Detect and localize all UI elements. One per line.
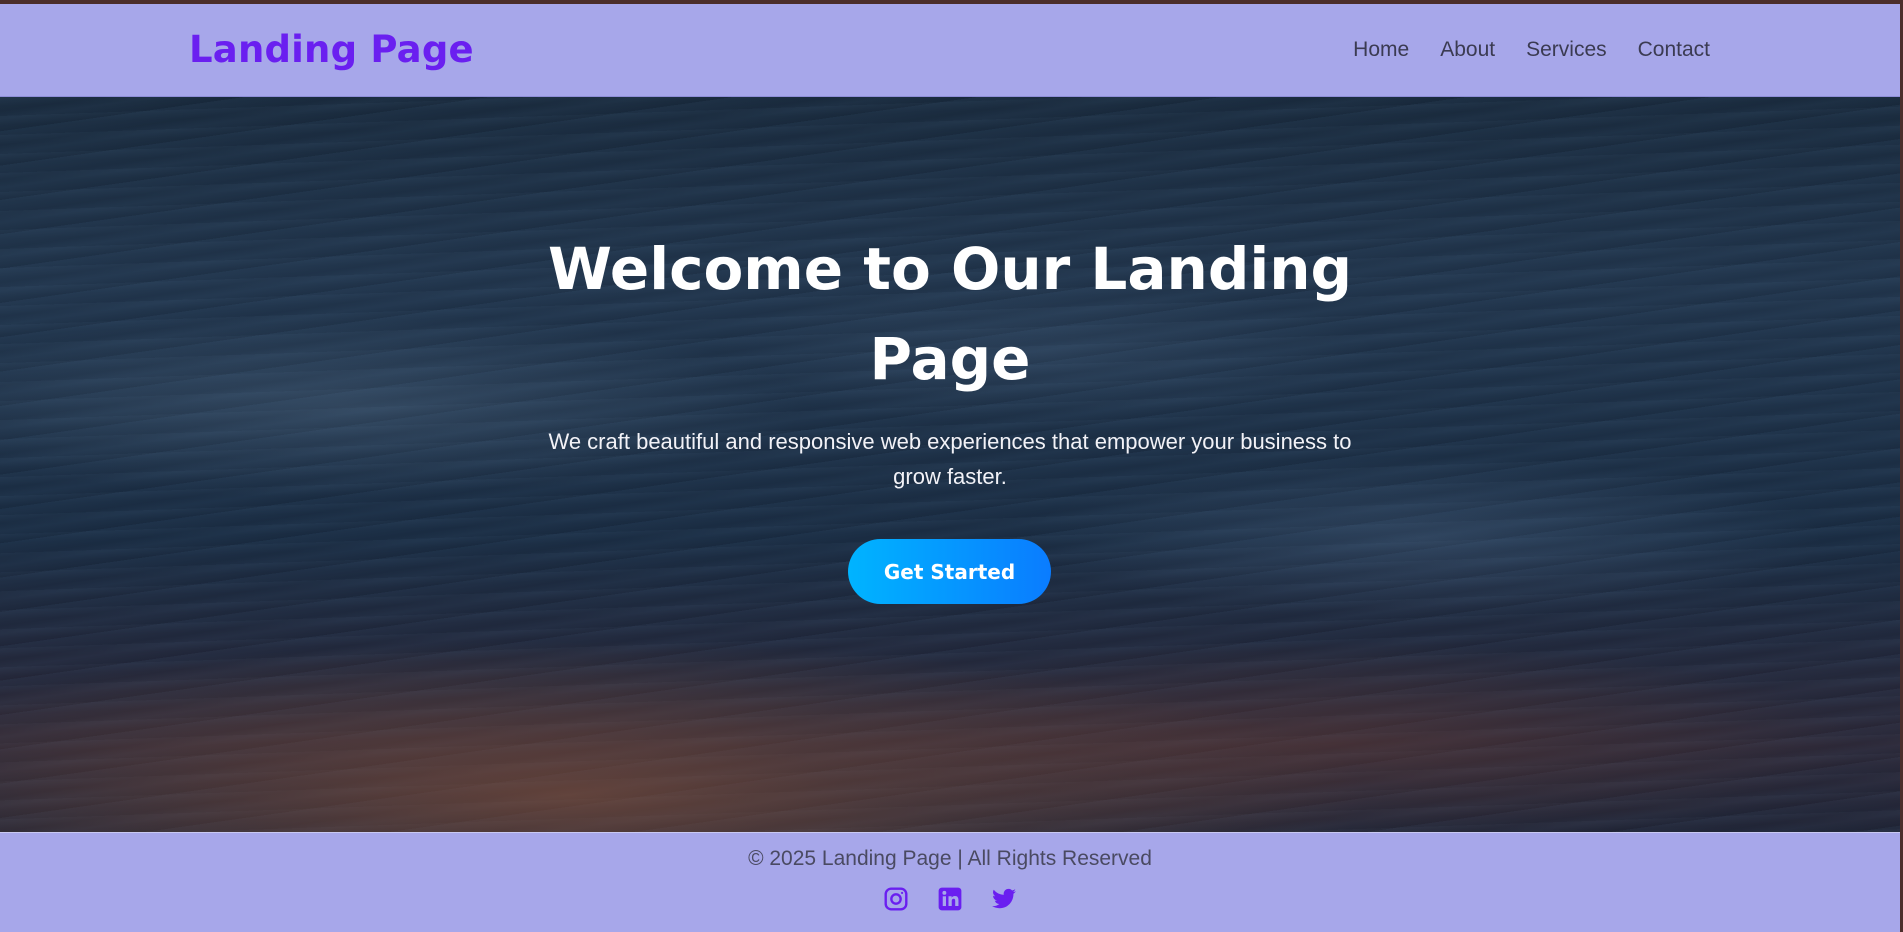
linkedin-icon[interactable]	[936, 885, 964, 913]
navbar: Landing Page Home About Services Contact	[0, 4, 1900, 97]
hero-title: Welcome to Our Landing Page	[547, 235, 1353, 393]
nav-link-services[interactable]: Services	[1526, 38, 1607, 62]
social-links	[0, 885, 1900, 913]
instagram-icon[interactable]	[882, 885, 910, 913]
footer: © 2025 Landing Page | All Rights Reserve…	[0, 832, 1900, 932]
nav-link-about[interactable]: About	[1440, 38, 1495, 62]
hero-section: Welcome to Our Landing Page We craft bea…	[0, 97, 1900, 832]
nav-link-contact[interactable]: Contact	[1638, 38, 1710, 62]
twitter-icon[interactable]	[990, 885, 1018, 913]
brand-logo[interactable]: Landing Page	[189, 28, 474, 71]
nav-link-home[interactable]: Home	[1353, 38, 1409, 62]
copyright-text: © 2025 Landing Page | All Rights Reserve…	[748, 847, 1152, 870]
hero-subtitle: We craft beautiful and responsive web ex…	[548, 429, 1352, 489]
nav-menu: Home About Services Contact	[1353, 38, 1710, 62]
get-started-button[interactable]: Get Started	[848, 539, 1051, 604]
landing-page: Landing Page Home About Services Contact…	[0, 0, 1903, 932]
